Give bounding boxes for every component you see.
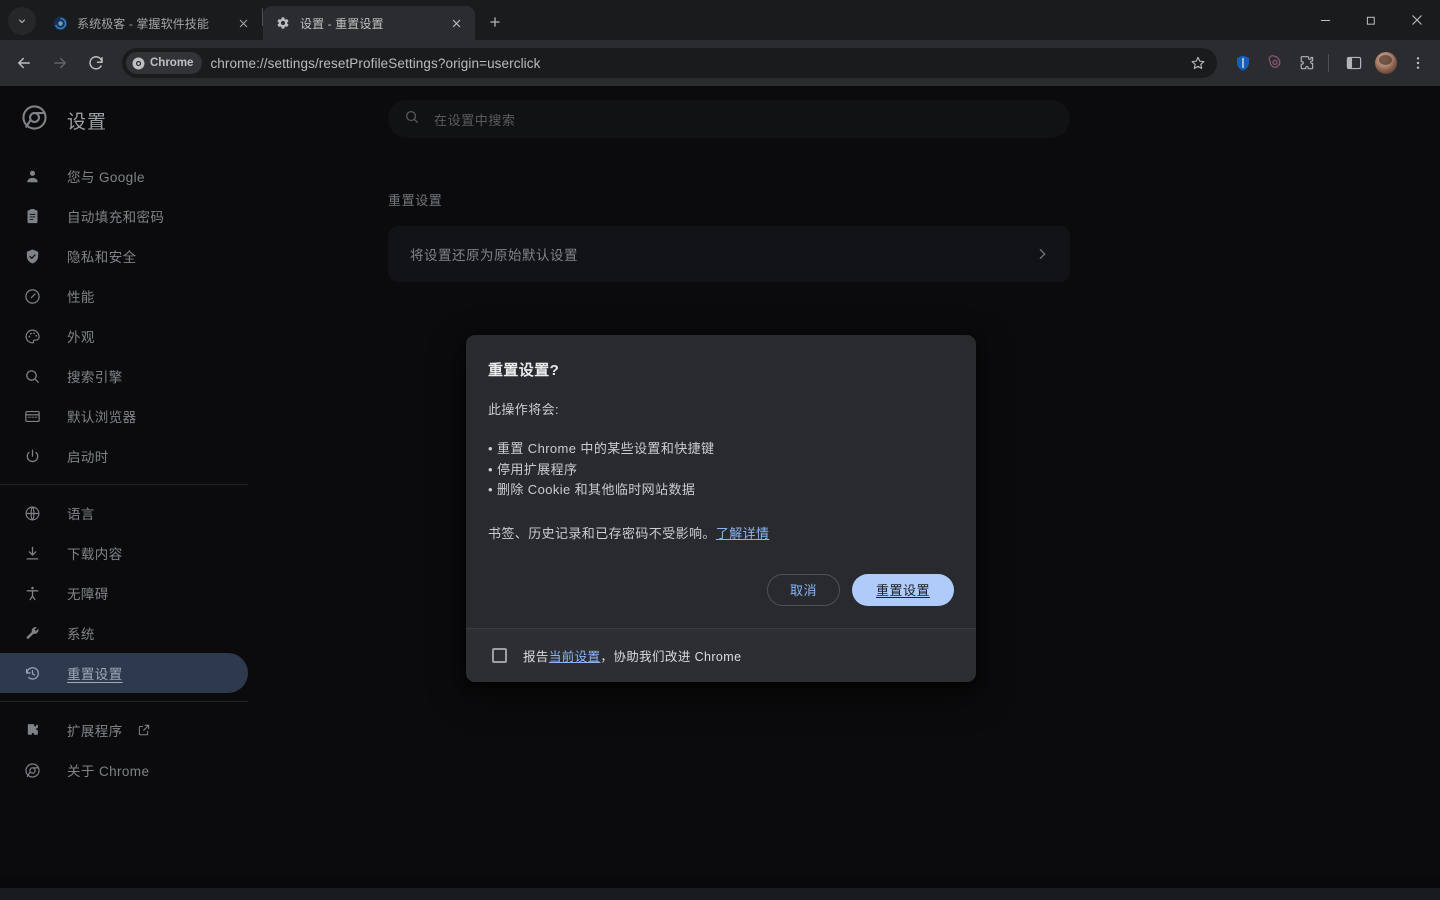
footer-text-after: ，协助我们改进 Chrome bbox=[600, 649, 742, 664]
dialog-lead-text: 此操作将会: bbox=[488, 402, 560, 417]
footer-text-before: 报告 bbox=[523, 649, 549, 664]
dialog-bullet-item: • 删除 Cookie 和其他临时网站数据 bbox=[488, 482, 696, 497]
dialog-actions: 取消 重置设置 bbox=[466, 548, 976, 628]
reset-settings-confirm-button[interactable]: 重置设置 bbox=[851, 573, 954, 606]
dialog-bullet-item: • 重置 Chrome 中的某些设置和快捷键 bbox=[488, 441, 715, 456]
current-settings-link[interactable]: 当前设置 bbox=[549, 650, 601, 664]
dialog-note-text: 书签、历史记录和已存密码不受影响。 bbox=[488, 525, 716, 541]
cancel-button[interactable]: 取消 bbox=[766, 573, 840, 606]
browser-window: 系统极客 - 掌握软件技能 设置 - 重置设置 Chrome chrome://… bbox=[0, 0, 1440, 900]
dialog-footer: 报告当前设置，协助我们改进 Chrome bbox=[466, 627, 976, 682]
report-settings-checkbox[interactable] bbox=[492, 647, 507, 663]
report-settings-text: 报告当前设置，协助我们改进 Chrome bbox=[523, 646, 741, 665]
learn-more-link[interactable]: 了解详情 bbox=[716, 526, 770, 541]
dialog-note: 书签、历史记录和已存密码不受影响。了解详情 bbox=[488, 523, 954, 542]
dialog-body: 重置设置? 此操作将会: • 重置 Chrome 中的某些设置和快捷键 • 停用… bbox=[466, 335, 976, 548]
reset-settings-dialog: 重置设置? 此操作将会: • 重置 Chrome 中的某些设置和快捷键 • 停用… bbox=[466, 335, 976, 682]
dialog-bullet-item: • 停用扩展程序 bbox=[488, 461, 578, 477]
dialog-bullet-list: • 重置 Chrome 中的某些设置和快捷键 • 停用扩展程序 • 删除 Coo… bbox=[488, 439, 954, 501]
dialog-title: 重置设置? bbox=[488, 362, 560, 379]
